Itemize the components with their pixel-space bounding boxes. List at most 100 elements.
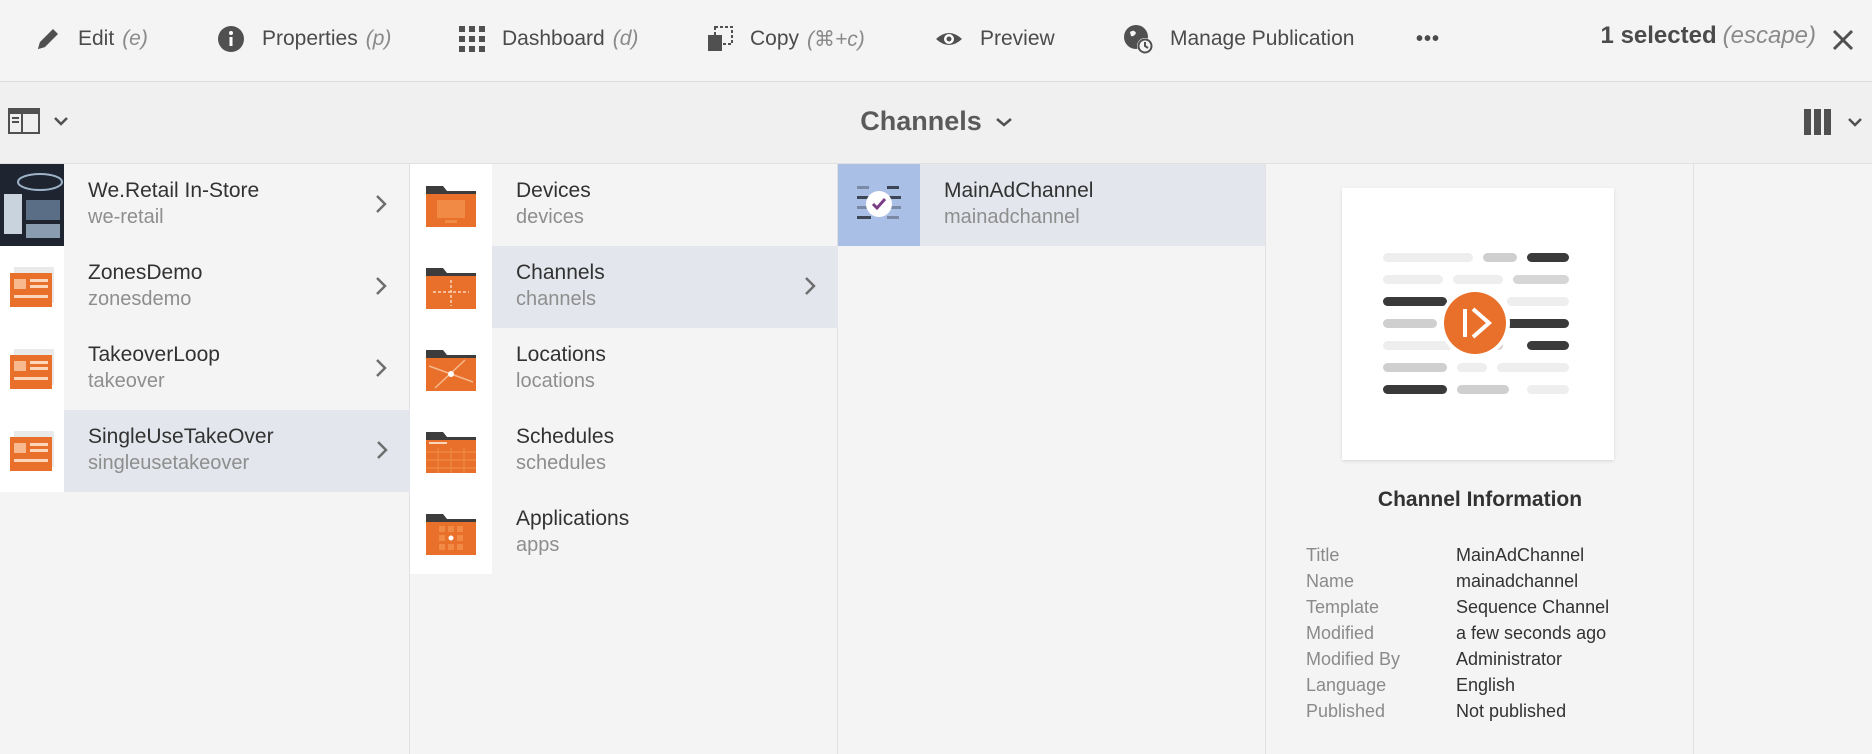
details-heading: Channel Information [1377, 488, 1583, 511]
copy-label: Copy [750, 27, 800, 50]
item-title: TakeoverLoop [88, 343, 220, 366]
copy-icon [708, 26, 733, 51]
item-name: locations [516, 370, 595, 392]
property-row: Title MainAdChannel [1306, 542, 1609, 568]
list-item-takeoverloop[interactable]: TakeoverLoop takeover [0, 328, 409, 410]
item-title: ZonesDemo [88, 261, 203, 284]
preview-label: Preview [980, 27, 1055, 50]
property-label: Title [1306, 544, 1340, 565]
column-folders: Devices devices Channels channels Locati… [410, 164, 838, 754]
item-title: MainAdChannel [944, 179, 1094, 202]
preview-button[interactable]: Preview [934, 0, 1055, 78]
details-panel: Channel Information Title MainAdChannel N… [1266, 164, 1694, 754]
property-label: Template [1306, 596, 1380, 617]
list-item-text: MainAdChannel mainadchannel [944, 178, 1093, 230]
item-title: Channels [516, 261, 605, 284]
grid-icon [459, 26, 485, 52]
list-item-text: Channels channels [516, 260, 605, 312]
list-item-schedules[interactable]: Schedules schedules [410, 410, 837, 492]
list-item-applications[interactable]: Applications apps [410, 492, 837, 574]
chevron-right-icon [376, 277, 387, 295]
property-row: Published Not published [1306, 698, 1609, 724]
list-item-text: Applications apps [516, 506, 629, 558]
close-selection-button[interactable] [1830, 27, 1856, 58]
manage-publication-label: Manage Publication [1170, 27, 1355, 50]
action-bar: Edit (e) Properties (p) Dashboard (d) Co… [0, 0, 1872, 82]
globe-clock-icon [1124, 25, 1153, 54]
list-item-we-retail[interactable]: We.Retail In-Store we-retail [0, 164, 409, 246]
item-title: We.Retail In-Store [88, 179, 260, 202]
header-bar: Channels [0, 82, 1872, 164]
copy-shortcut: (⌘+c) [807, 27, 865, 51]
copy-button[interactable]: Copy (⌘+c) [706, 0, 865, 78]
item-title: Devices [516, 179, 591, 202]
item-name: devices [516, 206, 584, 228]
folder-channels-icon [410, 246, 492, 328]
list-item-devices[interactable]: Devices devices [410, 164, 837, 246]
pencil-icon [38, 29, 58, 49]
folder-devices-icon [410, 164, 492, 246]
chevron-right-icon [376, 359, 387, 377]
column-channels: MainAdChannel mainadchannel [838, 164, 1266, 754]
list-item-text: TakeoverLoop takeover [88, 342, 220, 394]
item-title: Applications [516, 507, 630, 530]
list-item-text: Locations locations [516, 342, 606, 394]
escape-hint: (escape) [1722, 22, 1816, 49]
item-name: zonesdemo [88, 288, 192, 310]
chevron-right-icon [376, 195, 387, 213]
item-name: we-retail [88, 206, 164, 228]
breadcrumb-dropdown[interactable]: Channels [860, 106, 1012, 137]
property-row: Modified a few seconds ago [1306, 620, 1609, 646]
we-retail-thumbnail [0, 164, 64, 246]
properties-button[interactable]: Properties (p) [216, 0, 391, 78]
channel-preview-image [1342, 188, 1614, 460]
edit-label: Edit [78, 27, 115, 50]
folder-locations-icon [410, 328, 492, 410]
chevron-right-icon [805, 277, 816, 295]
more-label: ••• [1416, 27, 1441, 50]
item-name: takeover [88, 370, 165, 392]
property-label: Language [1306, 674, 1387, 695]
list-item-text: ZonesDemo zonesdemo [88, 260, 202, 312]
chevron-right-icon [377, 441, 388, 459]
more-actions-button[interactable]: ••• [1416, 0, 1440, 78]
edit-button[interactable]: Edit (e) [34, 0, 148, 78]
info-icon [218, 26, 244, 52]
list-item-text: SingleUseTakeOver singleusetakeover [88, 424, 274, 476]
folder-applications-icon [410, 492, 492, 574]
property-value: MainAdChannel [1456, 544, 1585, 565]
list-item-channels[interactable]: Channels channels [492, 246, 838, 328]
dashboard-label: Dashboard [502, 27, 605, 50]
project-thumbnail [0, 328, 64, 410]
properties-shortcut: (p) [365, 27, 392, 50]
item-name: singleusetakeover [88, 452, 250, 474]
selection-count: 1 selected (escape) [1601, 22, 1816, 50]
item-name: mainadchannel [944, 206, 1080, 228]
list-item-locations[interactable]: Locations locations [410, 328, 837, 410]
property-value: Administrator [1456, 648, 1563, 669]
project-thumbnail [0, 410, 64, 492]
manage-publication-button[interactable]: Manage Publication [1122, 0, 1354, 78]
column-view-icon [1804, 109, 1831, 135]
property-row: Language English [1306, 672, 1609, 698]
close-icon [1832, 29, 1854, 51]
list-item-zonesdemo[interactable]: ZonesDemo zonesdemo [0, 246, 409, 328]
properties-label: Properties [262, 27, 358, 50]
view-switcher-button[interactable] [1804, 109, 1862, 135]
item-title: Schedules [516, 425, 615, 448]
dashboard-shortcut: (d) [612, 27, 639, 50]
list-item-text: We.Retail In-Store we-retail [88, 178, 259, 230]
column-projects: We.Retail In-Store we-retail ZonesDemo z… [0, 164, 410, 754]
list-item-mainadchannel[interactable]: MainAdChannel mainadchannel [838, 164, 1265, 246]
list-item-text: Devices devices [516, 178, 591, 230]
property-value: a few seconds ago [1456, 622, 1607, 643]
property-value: mainadchannel [1456, 570, 1579, 591]
property-row: Template Sequence Channel [1306, 594, 1609, 620]
list-item-singleusetakeover[interactable]: SingleUseTakeOver singleusetakeover [64, 410, 410, 492]
project-thumbnail [0, 246, 64, 328]
chevron-down-icon [1848, 118, 1862, 127]
item-name: apps [516, 534, 560, 556]
folder-schedules-icon [410, 410, 492, 492]
selected-count-label: 1 selected [1600, 22, 1717, 49]
dashboard-button[interactable]: Dashboard (d) [458, 0, 638, 78]
